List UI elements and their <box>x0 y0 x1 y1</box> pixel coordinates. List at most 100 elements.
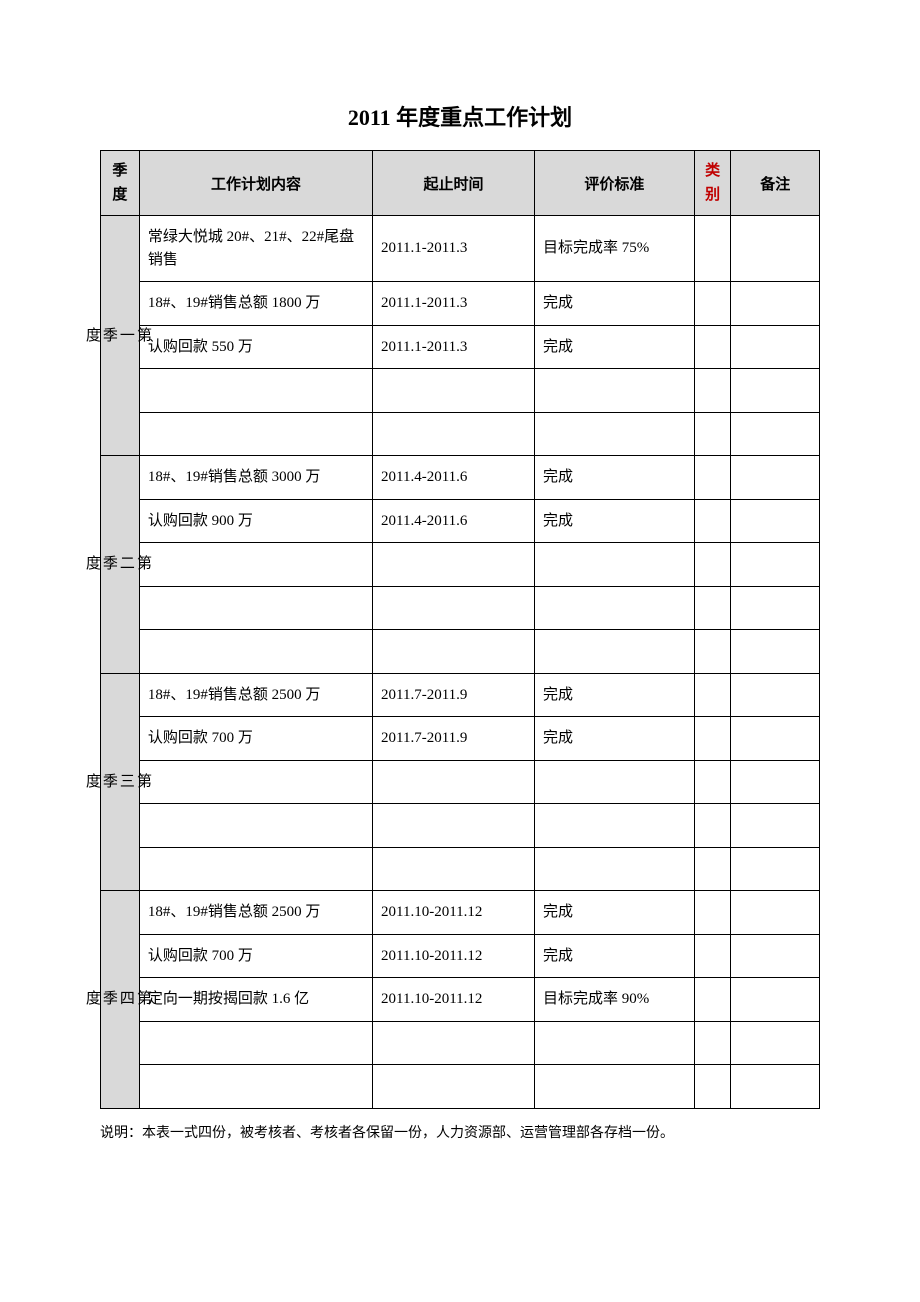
cell-content <box>139 804 372 848</box>
cell-content <box>139 412 372 456</box>
cell-eval: 完成 <box>534 325 694 369</box>
cell-remark <box>731 216 820 282</box>
cell-type <box>694 412 731 456</box>
table-row: 定向一期按揭回款 1.6 亿2011.10-2011.12目标完成率 90% <box>101 978 820 1022</box>
header-time: 起止时间 <box>373 151 535 216</box>
cell-remark <box>731 369 820 413</box>
cell-remark <box>731 325 820 369</box>
cell-time <box>373 804 535 848</box>
cell-time <box>373 847 535 891</box>
cell-content <box>139 586 372 630</box>
cell-type <box>694 760 731 804</box>
cell-eval <box>534 1021 694 1065</box>
cell-type <box>694 978 731 1022</box>
table-row <box>101 1021 820 1065</box>
cell-remark <box>731 717 820 761</box>
cell-time: 2011.4-2011.6 <box>373 499 535 543</box>
cell-eval: 完成 <box>534 717 694 761</box>
cell-content: 18#、19#销售总额 1800 万 <box>139 282 372 326</box>
cell-eval: 完成 <box>534 891 694 935</box>
cell-type <box>694 934 731 978</box>
cell-remark <box>731 1065 820 1109</box>
header-remark: 备注 <box>731 151 820 216</box>
cell-eval: 完成 <box>534 282 694 326</box>
cell-type <box>694 1021 731 1065</box>
cell-time <box>373 412 535 456</box>
table-row: 认购回款 700 万2011.10-2011.12完成 <box>101 934 820 978</box>
table-row: 第二季度18#、19#销售总额 3000 万2011.4-2011.6完成 <box>101 456 820 500</box>
cell-type <box>694 369 731 413</box>
cell-content <box>139 847 372 891</box>
table-row <box>101 586 820 630</box>
quarter-label-cell: 第一季度 <box>101 216 140 456</box>
table-row: 认购回款 700 万2011.7-2011.9完成 <box>101 717 820 761</box>
header-eval: 评价标准 <box>534 151 694 216</box>
cell-type <box>694 499 731 543</box>
table-row: 第三季度18#、19#销售总额 2500 万2011.7-2011.9完成 <box>101 673 820 717</box>
cell-eval <box>534 1065 694 1109</box>
page-title: 2011 年度重点工作计划 <box>100 100 820 132</box>
cell-type <box>694 543 731 587</box>
cell-eval: 完成 <box>534 456 694 500</box>
cell-type <box>694 216 731 282</box>
cell-remark <box>731 630 820 674</box>
cell-eval <box>534 543 694 587</box>
cell-time: 2011.1-2011.3 <box>373 325 535 369</box>
cell-eval <box>534 760 694 804</box>
cell-type <box>694 282 731 326</box>
cell-eval: 完成 <box>534 673 694 717</box>
cell-time <box>373 1021 535 1065</box>
cell-content: 18#、19#销售总额 3000 万 <box>139 456 372 500</box>
cell-type <box>694 673 731 717</box>
cell-remark <box>731 412 820 456</box>
cell-eval <box>534 369 694 413</box>
cell-remark <box>731 586 820 630</box>
table-row <box>101 412 820 456</box>
cell-time: 2011.4-2011.6 <box>373 456 535 500</box>
cell-eval <box>534 412 694 456</box>
work-plan-table: 季度 工作计划内容 起止时间 评价标准 类别 备注 第一季度常绿大悦城 20#、… <box>100 150 820 1109</box>
header-type: 类别 <box>694 151 731 216</box>
quarter-label-cell: 第三季度 <box>101 673 140 891</box>
cell-content: 认购回款 550 万 <box>139 325 372 369</box>
cell-type <box>694 804 731 848</box>
cell-content <box>139 630 372 674</box>
quarter-label-cell: 第二季度 <box>101 456 140 674</box>
table-row <box>101 847 820 891</box>
cell-time <box>373 586 535 630</box>
cell-remark <box>731 1021 820 1065</box>
cell-time: 2011.10-2011.12 <box>373 891 535 935</box>
table-row: 18#、19#销售总额 1800 万2011.1-2011.3完成 <box>101 282 820 326</box>
cell-content: 认购回款 900 万 <box>139 499 372 543</box>
cell-time: 2011.7-2011.9 <box>373 673 535 717</box>
cell-time: 2011.10-2011.12 <box>373 978 535 1022</box>
cell-time <box>373 543 535 587</box>
cell-remark <box>731 282 820 326</box>
cell-content <box>139 369 372 413</box>
cell-remark <box>731 760 820 804</box>
cell-eval: 完成 <box>534 934 694 978</box>
cell-time <box>373 760 535 804</box>
cell-time <box>373 369 535 413</box>
cell-type <box>694 847 731 891</box>
cell-eval <box>534 586 694 630</box>
table-row: 认购回款 550 万2011.1-2011.3完成 <box>101 325 820 369</box>
footnote: 说明：本表一式四份，被考核者、考核者各保留一份，人力资源部、运营管理部各存档一份… <box>100 1123 820 1145</box>
cell-type <box>694 456 731 500</box>
table-row: 认购回款 900 万2011.4-2011.6完成 <box>101 499 820 543</box>
cell-time: 2011.1-2011.3 <box>373 216 535 282</box>
cell-eval <box>534 630 694 674</box>
cell-content: 18#、19#销售总额 2500 万 <box>139 891 372 935</box>
table-row <box>101 760 820 804</box>
table-header-row: 季度 工作计划内容 起止时间 评价标准 类别 备注 <box>101 151 820 216</box>
cell-eval <box>534 804 694 848</box>
cell-time: 2011.10-2011.12 <box>373 934 535 978</box>
cell-time: 2011.7-2011.9 <box>373 717 535 761</box>
cell-content: 常绿大悦城 20#、21#、22#尾盘销售 <box>139 216 372 282</box>
cell-content <box>139 760 372 804</box>
cell-type <box>694 717 731 761</box>
cell-type <box>694 325 731 369</box>
cell-type <box>694 586 731 630</box>
table-row <box>101 804 820 848</box>
table-row <box>101 630 820 674</box>
